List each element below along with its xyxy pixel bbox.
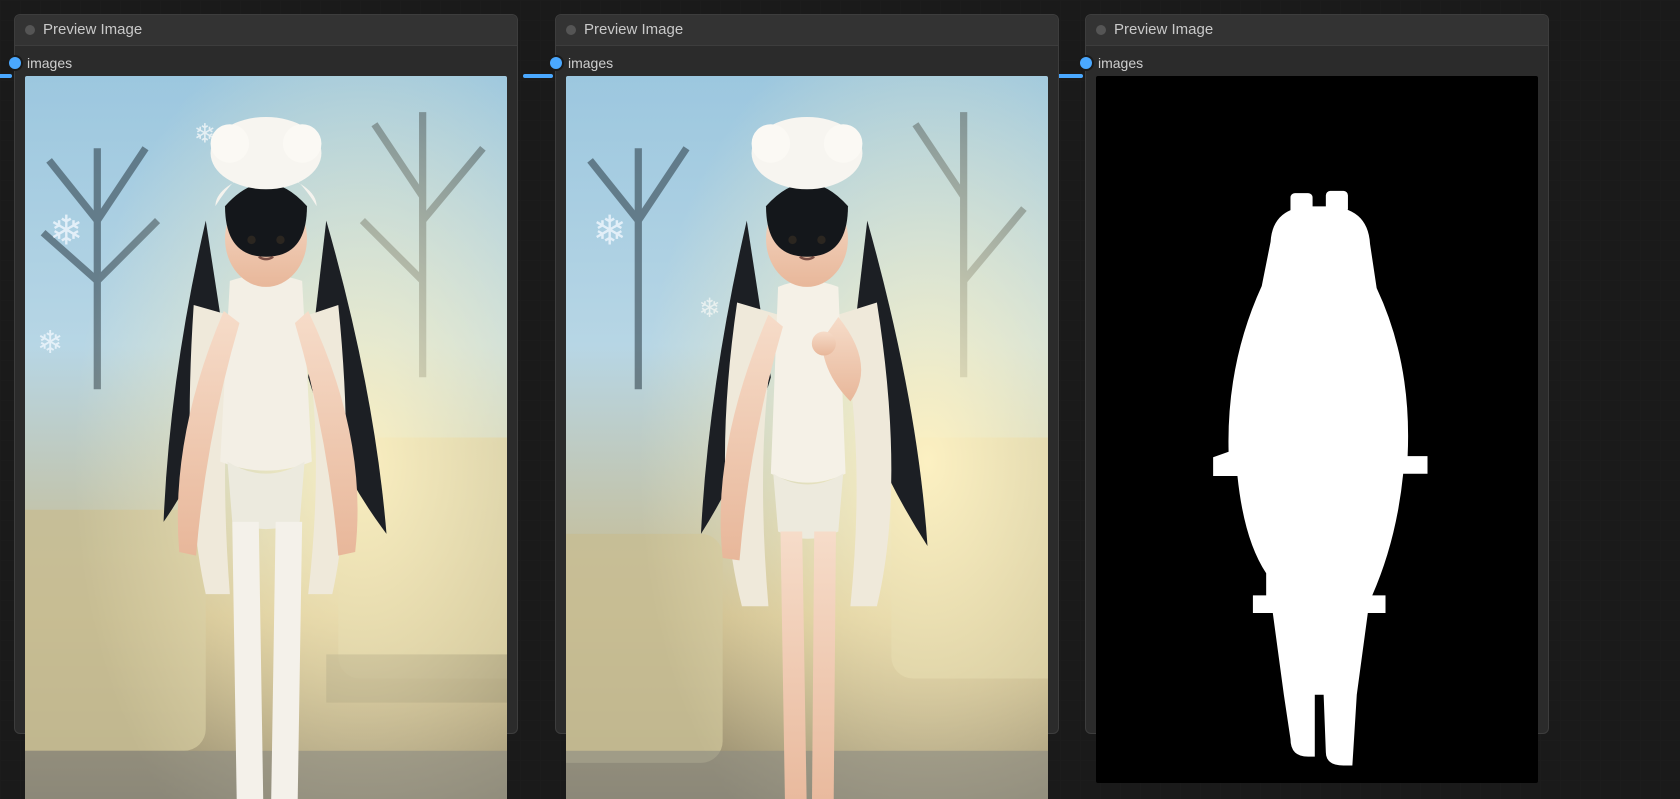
- node-body: images: [556, 46, 1058, 799]
- input-port[interactable]: images: [566, 52, 1048, 74]
- node-preview-image[interactable]: Preview Image images: [14, 14, 518, 734]
- node-graph-canvas[interactable]: Preview Image images: [0, 0, 1680, 799]
- node-title: Preview Image: [1114, 21, 1213, 39]
- input-port-label: images: [568, 55, 613, 71]
- port-dot-icon[interactable]: [1080, 57, 1092, 69]
- node-preview-image[interactable]: Preview Image images: [1085, 14, 1549, 734]
- node-preview-image[interactable]: Preview Image images: [555, 14, 1059, 734]
- node-title: Preview Image: [584, 21, 683, 39]
- port-dot-icon[interactable]: [550, 57, 562, 69]
- node-header[interactable]: Preview Image: [556, 15, 1058, 46]
- wire-stub: [0, 74, 12, 78]
- node-status-dot-icon: [1096, 25, 1106, 35]
- input-port-label: images: [1098, 55, 1143, 71]
- wire-stub: [523, 74, 553, 78]
- preview-image[interactable]: ❄ ❄: [566, 76, 1048, 799]
- node-title: Preview Image: [43, 21, 142, 39]
- node-body: images: [1086, 46, 1548, 793]
- preview-image[interactable]: ❄ ❄ ❄: [25, 76, 507, 799]
- node-status-dot-icon: [566, 25, 576, 35]
- port-dot-icon[interactable]: [9, 57, 21, 69]
- input-port[interactable]: images: [1096, 52, 1538, 74]
- node-status-dot-icon: [25, 25, 35, 35]
- node-header[interactable]: Preview Image: [1086, 15, 1548, 46]
- node-header[interactable]: Preview Image: [15, 15, 517, 46]
- node-body: images: [15, 46, 517, 799]
- input-port-label: images: [27, 55, 72, 71]
- input-port[interactable]: images: [25, 52, 507, 74]
- preview-image[interactable]: [1096, 76, 1538, 783]
